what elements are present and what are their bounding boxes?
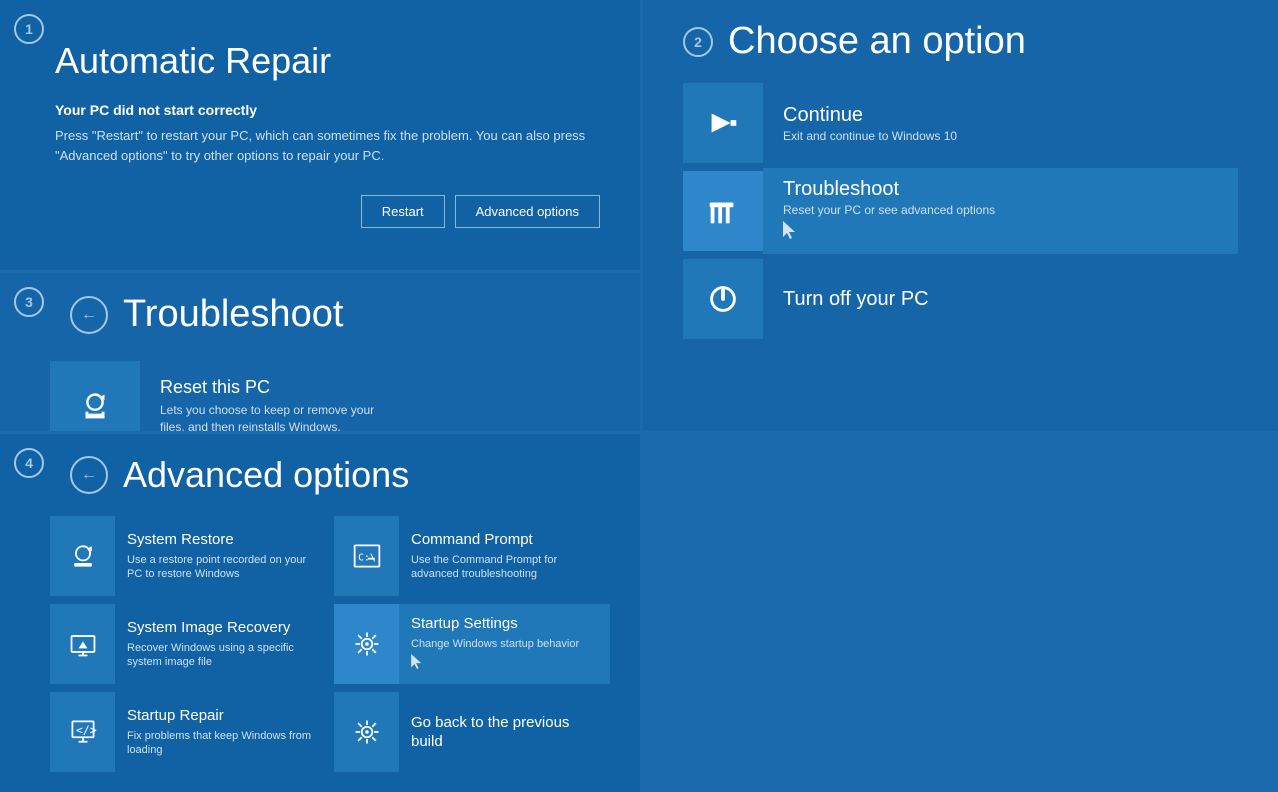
option-turn-off[interactable]: Turn off your PC [683,259,1238,339]
system-restore-desc: Use a restore point recorded on your PC … [127,553,314,582]
restart-button[interactable]: Restart [361,195,445,228]
advanced-options-button-p1[interactable]: Advanced options [455,195,600,228]
go-back-icon [352,717,382,747]
turn-off-title: Turn off your PC [783,288,1218,311]
panel1-description: Press "Restart" to restart your PC, whic… [55,126,600,165]
system-restore-icon-box [50,516,115,596]
option-list: Continue Exit and continue to Windows 10… [683,83,1238,339]
cursor-indicator [783,221,797,244]
system-restore-title: System Restore [127,530,314,550]
startup-repair-icon-box: </> [50,692,115,772]
continue-desc: Exit and continue to Windows 10 [783,129,1218,143]
startup-settings-text: Startup Settings Change Windows startup … [399,604,610,684]
startup-repair-icon: </> [68,717,98,747]
startup-settings-title: Startup Settings [411,614,598,634]
step-badge-1: 1 [14,14,44,44]
panel-automatic-repair: 1 Automatic Repair Your PC did not start… [0,0,640,270]
advanced-options-grid: System Restore Use a restore point recor… [50,516,610,772]
panel4-header: ← Advanced options [70,454,610,496]
adv-command-prompt[interactable]: C:\ Command Prompt Use the Command Promp… [334,516,610,596]
system-restore-text: System Restore Use a restore point recor… [115,522,326,589]
image-recovery-icon [68,629,98,659]
command-prompt-text: Command Prompt Use the Command Prompt fo… [399,522,610,589]
panel3-header: ← Troubleshoot [70,293,610,336]
startup-repair-title: Startup Repair [127,706,314,726]
panel2-title: Choose an option [728,20,1026,63]
reset-icon-box [50,361,140,431]
troubleshoot-title: Troubleshoot [783,178,1218,201]
option-continue[interactable]: Continue Exit and continue to Windows 10 [683,83,1238,163]
go-back-icon-box [334,692,399,772]
reset-pc-text: Reset this PC Lets you choose to keep or… [140,367,400,431]
adv-system-image-recovery[interactable]: System Image Recovery Recover Windows us… [50,604,326,684]
system-image-recovery-desc: Recover Windows using a specific system … [127,641,314,670]
panel1-title: Automatic Repair [55,40,600,82]
system-image-recovery-icon-box [50,604,115,684]
startup-settings-icon [352,629,382,659]
startup-repair-text: Startup Repair Fix problems that keep Wi… [115,698,326,765]
troubleshoot-desc: Reset your PC or see advanced options [783,203,1218,217]
command-prompt-icon-box: C:\ [334,516,399,596]
power-icon-box [683,259,763,339]
wrench-icon [704,192,742,230]
back-button-p3[interactable]: ← [70,296,108,334]
panel-troubleshoot: 3 ← Troubleshoot Reset this PC Lets you … [0,273,640,431]
reset-icon [76,387,114,425]
turn-off-text: Turn off your PC [763,278,1238,321]
arrow-right-icon [704,104,742,142]
troubleshoot-icon-box [683,171,763,251]
option-troubleshoot[interactable]: Troubleshoot Reset your PC or see advanc… [683,168,1238,254]
startup-settings-icon-box [334,604,399,684]
startup-settings-desc: Change Windows startup behavior [411,637,598,651]
step-badge-3: 3 [14,287,44,317]
panel3-title: Troubleshoot [123,293,343,336]
panel-advanced-options: 4 ← Advanced options System Restore Use … [0,434,640,792]
power-icon [704,280,742,318]
step-badge-4: 4 [14,448,44,478]
panel1-subtitle: Your PC did not start correctly [55,102,600,118]
adv-system-restore[interactable]: System Restore Use a restore point recor… [50,516,326,596]
troubleshoot-text: Troubleshoot Reset your PC or see advanc… [763,168,1238,254]
troubleshoot-tile-list: Reset this PC Lets you choose to keep or… [50,361,610,431]
cursor-p4 [411,654,598,674]
startup-repair-desc: Fix problems that keep Windows from load… [127,729,314,758]
command-prompt-desc: Use the Command Prompt for advanced trou… [411,553,598,582]
step-badge-2: 2 [683,27,713,57]
back-button-p4[interactable]: ← [70,456,108,494]
adv-startup-settings[interactable]: Startup Settings Change Windows startup … [334,604,610,684]
continue-text: Continue Exit and continue to Windows 10 [763,94,1238,153]
cmd-icon: C:\ [352,541,382,571]
system-image-recovery-title: System Image Recovery [127,618,314,638]
command-prompt-title: Command Prompt [411,530,598,550]
reset-pc-desc: Lets you choose to keep or remove your f… [160,402,380,431]
adv-startup-repair[interactable]: </> Startup Repair Fix problems that kee… [50,692,326,772]
panel-choose-option: 2 Choose an option Continue Exit and con… [643,0,1278,431]
svg-text:</>: </> [75,723,96,737]
system-restore-icon [68,541,98,571]
tile-reset-pc[interactable]: Reset this PC Lets you choose to keep or… [50,361,610,431]
system-image-recovery-text: System Image Recovery Recover Windows us… [115,610,326,677]
go-back-title: Go back to the previous build [411,713,598,752]
panel1-buttons: Restart Advanced options [55,195,600,228]
go-back-text: Go back to the previous build [399,705,610,760]
panel4-title: Advanced options [123,454,409,496]
continue-title: Continue [783,104,1218,127]
continue-icon-box [683,83,763,163]
adv-go-back[interactable]: Go back to the previous build [334,692,610,772]
reset-pc-title: Reset this PC [160,377,380,398]
